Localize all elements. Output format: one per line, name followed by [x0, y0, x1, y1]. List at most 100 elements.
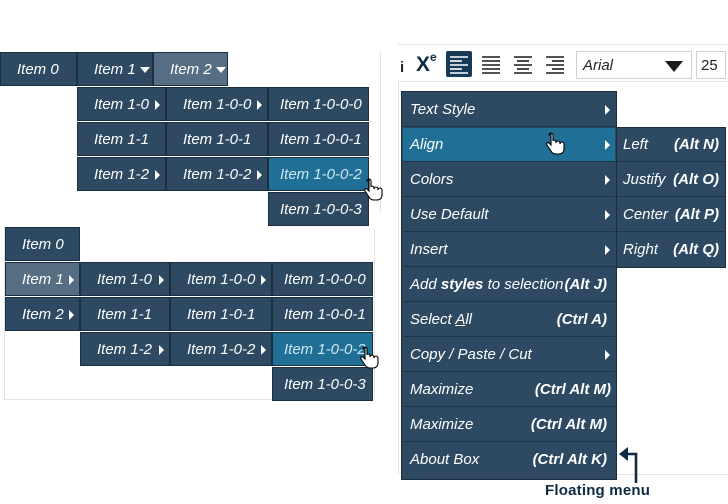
menu-item-label: Copy / Paste / Cut [410, 346, 532, 363]
menu-item-label: Insert [410, 241, 448, 258]
menu-a-item-1-0-0-3[interactable]: Item 1-0-0-3 [268, 192, 369, 226]
menu-b-item-1-0-1[interactable]: Item 1-0-1 [170, 297, 272, 331]
font-family-select[interactable]: Arial [576, 51, 692, 79]
menu-item-select-all[interactable]: Select All (Ctrl A) [403, 303, 615, 337]
menu-item-maximize-1[interactable]: Maximize (Ctrl Alt M) [403, 373, 615, 407]
chevron-down-icon [139, 67, 150, 74]
menu-item-label: Maximize [410, 381, 474, 398]
menu-b-item-2[interactable]: Item 2 [5, 297, 80, 331]
menu-b-item-1-0[interactable]: Item 1-0 [80, 262, 170, 296]
menu-item-label: Item 1-0-1 [187, 306, 256, 323]
menu-item-label: Item 1-0-0 [183, 96, 252, 113]
menu-b-item-1-0-0[interactable]: Item 1-0-0 [170, 262, 272, 296]
menu-item-shortcut: (Alt J) [564, 276, 608, 293]
menu-item-use-default[interactable]: Use Default [403, 198, 615, 232]
menu-item-label: Colors [410, 171, 454, 188]
menu-item-label: Select All [410, 311, 472, 328]
chevron-right-icon [155, 170, 160, 180]
menu-item-label: Text Style [410, 101, 476, 118]
submenu-item-center[interactable]: Center (Alt P) [617, 198, 725, 232]
submenu-item-right[interactable]: Right (Alt Q) [617, 233, 725, 267]
menu-item-label: Item 2 [170, 61, 212, 78]
menu-a-item-1-0-1[interactable]: Item 1-0-1 [166, 122, 268, 156]
chevron-right-icon [261, 345, 266, 355]
menu-a-item-1-2[interactable]: Item 1-2 [77, 157, 166, 191]
menu-item-shortcut: (Ctrl Alt K) [532, 451, 607, 468]
menu-item-label: Item 1-0-0-3 [280, 201, 362, 218]
align-right-button[interactable] [542, 51, 568, 77]
menu-b-item-0[interactable]: Item 0 [5, 227, 80, 261]
menu-item-label: Item 1-0 [97, 271, 153, 288]
menu-b-item-1-1[interactable]: Item 1-1 [80, 297, 170, 331]
menu-item-label: Item 1-0-2 [183, 166, 252, 183]
menu-b-item-1-0-0-1[interactable]: Item 1-0-0-1 [272, 297, 373, 331]
chevron-right-icon [605, 140, 610, 150]
menu-a-item-1-0-0-0[interactable]: Item 1-0-0-0 [268, 87, 369, 121]
chevron-right-icon [69, 310, 74, 320]
submenu-item-justify[interactable]: Justify (Alt O) [617, 163, 725, 197]
menu-a-item-1-0[interactable]: Item 1-0 [77, 87, 166, 121]
hand-cursor-icon [360, 346, 379, 369]
menu-item-shortcut: (Ctrl A) [556, 311, 607, 328]
submenu-item-left[interactable]: Left (Alt N) [617, 128, 725, 162]
font-size-select[interactable]: 25 [696, 51, 726, 79]
align-left-button[interactable] [446, 51, 472, 77]
menu-a-item-1[interactable]: Item 1 [77, 52, 153, 86]
menu-a-item-1-0-0[interactable]: Item 1-0-0 [166, 87, 268, 121]
italic-button[interactable]: i [400, 59, 404, 76]
chevron-right-icon [159, 345, 164, 355]
menu-item-label: Item 1-0-0-2 [280, 166, 362, 183]
menu-a-item-2[interactable]: Item 2 [153, 52, 228, 86]
menu-item-colors[interactable]: Colors [403, 163, 615, 197]
menu-item-copy-paste-cut[interactable]: Copy / Paste / Cut [403, 338, 615, 372]
chevron-right-icon [261, 275, 266, 285]
menu-item-label: Item 1-0-0-2 [284, 341, 366, 358]
menu-item-label: Item 0 [17, 61, 59, 78]
menu-item-about-box[interactable]: About Box (Ctrl Alt K) [403, 443, 615, 477]
menu-a-item-1-0-2[interactable]: Item 1-0-2 [166, 157, 268, 191]
menu-item-maximize-2[interactable]: Maximize (Ctrl Alt M) [403, 408, 615, 442]
menu-item-label: Item 1 [22, 271, 64, 288]
menu-item-label: About Box [410, 451, 480, 468]
menu-a-item-1-0-0-1[interactable]: Item 1-0-0-1 [268, 122, 369, 156]
menu-a-item-1-1[interactable]: Item 1-1 [77, 122, 166, 156]
chevron-right-icon [69, 275, 74, 285]
menu-item-shortcut: (Alt O) [673, 171, 719, 188]
menu-item-text-style[interactable]: Text Style [403, 93, 615, 127]
menu-item-label: Item 1-0-1 [183, 131, 252, 148]
menu-b-item-1-0-0-2[interactable]: Item 1-0-0-2 [272, 332, 373, 366]
justify-button[interactable] [478, 51, 504, 77]
frame-divider [398, 44, 399, 474]
chevron-down-icon [215, 67, 226, 74]
menu-item-label: Maximize [410, 416, 474, 433]
hand-cursor-icon [546, 132, 565, 155]
menu-a-item-1-0-0-2[interactable]: Item 1-0-0-2 [268, 157, 369, 191]
menu-a-item-0[interactable]: Item 0 [0, 52, 77, 86]
label-part: to selection [483, 276, 564, 293]
menu-item-shortcut: (Ctrl Alt M) [530, 416, 607, 433]
menu-item-label: Left [623, 136, 649, 153]
chevron-right-icon [155, 100, 160, 110]
menu-item-label: Item 1-0-0-0 [284, 271, 366, 288]
menu-b-item-1-0-2[interactable]: Item 1-0-2 [170, 332, 272, 366]
menu-item-label: Add styles to selection [410, 276, 563, 293]
align-right-icon [546, 56, 564, 74]
menu-item-add-styles[interactable]: Add styles to selection (Alt J) [403, 268, 615, 302]
menu-b-item-1[interactable]: Item 1 [5, 262, 80, 296]
menu-b-item-1-0-0-3[interactable]: Item 1-0-0-3 [272, 367, 373, 401]
chevron-right-icon [605, 175, 610, 185]
label-part: ll [465, 311, 472, 328]
menu-b-item-1-0-0-0[interactable]: Item 1-0-0-0 [272, 262, 373, 296]
align-center-button[interactable] [510, 51, 536, 77]
menu-item-label: Item 0 [22, 236, 64, 253]
superscript-button[interactable]: Xe [416, 50, 437, 77]
menu-item-align[interactable]: Align [403, 128, 615, 162]
menu-item-label: Item 1-1 [97, 306, 153, 323]
label-bold-part: styles [440, 276, 484, 293]
label-mnemonic: A [455, 311, 466, 328]
menu-item-insert[interactable]: Insert [403, 233, 615, 267]
menu-b-item-1-2[interactable]: Item 1-2 [80, 332, 170, 366]
align-center-icon [514, 56, 532, 74]
menu-item-label: Item 1-0-0-3 [284, 376, 366, 393]
arrow-up-left-icon [619, 447, 638, 483]
